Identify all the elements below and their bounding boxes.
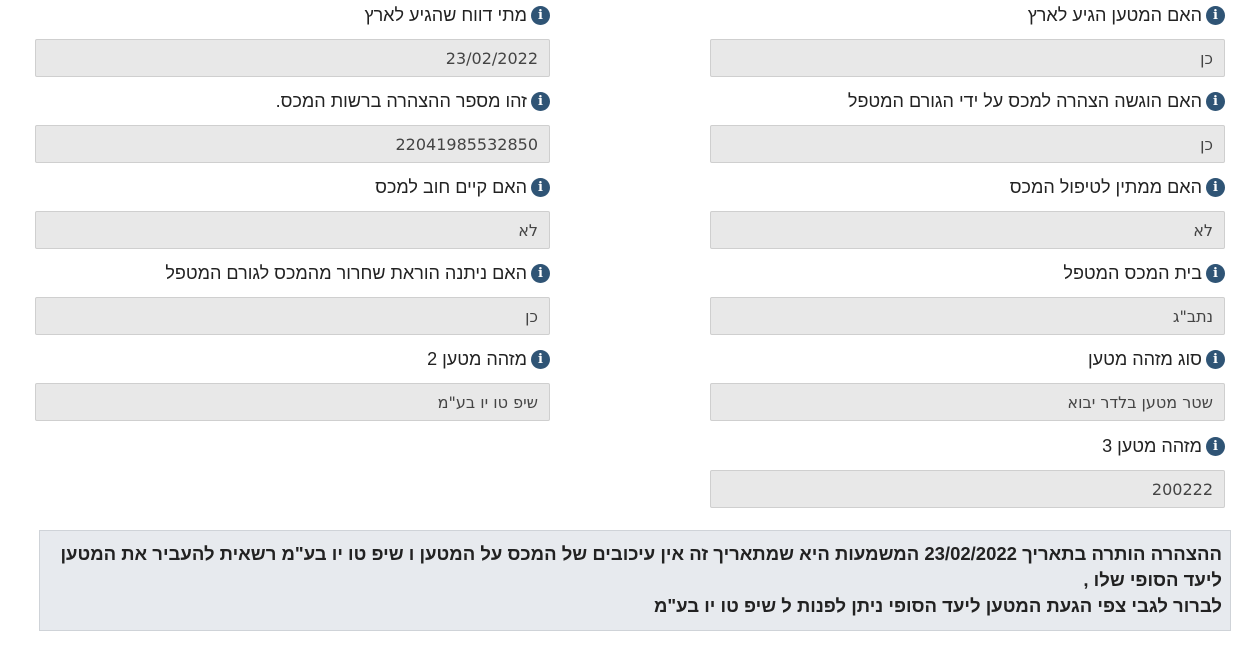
info-icon[interactable]: i xyxy=(1206,177,1225,197)
info-icon[interactable]: i xyxy=(531,177,550,197)
field-report-date: i מתי דווח שהגיע לארץ 23/02/2022 xyxy=(35,0,550,77)
field-cargo-id-2: i מזהה מטען 2 שיפ טו יו בע"מ xyxy=(35,344,550,421)
release-order-value: כן xyxy=(35,297,550,335)
field-label-row: i בית המכס המטפל xyxy=(710,258,1225,288)
notice-line-2: ליעד הסופי שלו , xyxy=(1083,569,1222,590)
field-cargo-id-type: i סוג מזהה מטען שטר מטען בלדר יבוא xyxy=(710,344,1225,421)
field-label: מזהה מטען 2 xyxy=(427,348,527,369)
report-date-value: 23/02/2022 xyxy=(35,39,550,77)
field-cargo-id-3: i מזהה מטען 3 200222 xyxy=(710,431,1225,508)
info-icon[interactable]: i xyxy=(1206,436,1225,456)
field-declaration-number: i זהו מספר ההצהרה ברשות המכס. 2204198553… xyxy=(35,86,550,163)
field-cargo-arrived: i האם המטען הגיע לארץ כן xyxy=(710,0,1225,77)
field-label: סוג מזהה מטען xyxy=(1087,348,1202,369)
field-label-row: i מזהה מטען 2 xyxy=(35,344,550,374)
info-icon[interactable]: i xyxy=(1206,5,1225,25)
cargo-arrived-value: כן xyxy=(710,39,1225,77)
field-label: האם קיים חוב למכס xyxy=(375,176,527,197)
field-label-row: i מתי דווח שהגיע לארץ xyxy=(35,0,550,30)
field-label: האם המטען הגיע לארץ xyxy=(1027,4,1202,25)
field-label-row: i האם הוגשה הצהרה למכס על ידי הגורם המטפ… xyxy=(710,86,1225,116)
field-label: בית המכס המטפל xyxy=(1063,262,1202,283)
field-label: מזהה מטען 3 xyxy=(1102,435,1202,456)
info-icon[interactable]: i xyxy=(1206,349,1225,369)
declaration-submitted-value: כן xyxy=(710,125,1225,163)
field-label-row: i סוג מזהה מטען xyxy=(710,344,1225,374)
field-label: מתי דווח שהגיע לארץ xyxy=(364,4,528,25)
notice-line-1: ההצהרה הותרה בתאריך 23/02/2022 המשמעות ה… xyxy=(60,543,1222,564)
cargo-id-3-value: 200222 xyxy=(710,470,1225,508)
customs-debt-value: לא xyxy=(35,211,550,249)
info-icon[interactable]: i xyxy=(531,91,550,111)
cargo-id-2-value: שיפ טו יו בע"מ xyxy=(35,383,550,421)
field-label-row: i מזהה מטען 3 xyxy=(710,431,1225,461)
field-label-row: i האם המטען הגיע לארץ xyxy=(710,0,1225,30)
field-release-order: i האם ניתנה הוראת שחרור מהמכס לגורם המטפ… xyxy=(35,258,550,335)
info-icon[interactable]: i xyxy=(1206,91,1225,111)
field-label: האם הוגשה הצהרה למכס על ידי הגורם המטפל xyxy=(847,90,1202,111)
awaiting-customs-value: לא xyxy=(710,211,1225,249)
field-label: האם ניתנה הוראת שחרור מהמכס לגורם המטפל xyxy=(165,262,527,283)
info-icon[interactable]: i xyxy=(531,263,550,283)
field-label: זהו מספר ההצהרה ברשות המכס. xyxy=(275,90,527,111)
field-label: האם ממתין לטיפול המכס xyxy=(1009,176,1202,197)
info-icon[interactable]: i xyxy=(531,5,550,25)
field-label-row: i האם ניתנה הוראת שחרור מהמכס לגורם המטפ… xyxy=(35,258,550,288)
info-icon[interactable]: i xyxy=(531,349,550,369)
customs-house-value: נתב"ג xyxy=(710,297,1225,335)
notice-line-3: לברור לגבי צפי הגעת המטען ליעד הסופי נית… xyxy=(653,595,1222,616)
info-icon[interactable]: i xyxy=(1206,263,1225,283)
cargo-id-type-value: שטר מטען בלדר יבוא xyxy=(710,383,1225,421)
field-customs-house: i בית המכס המטפל נתב"ג xyxy=(710,258,1225,335)
field-label-row: i זהו מספר ההצהרה ברשות המכס. xyxy=(35,86,550,116)
field-customs-debt: i האם קיים חוב למכס לא xyxy=(35,172,550,249)
field-label-row: i האם ממתין לטיפול המכס xyxy=(710,172,1225,202)
release-notice: ההצהרה הותרה בתאריך 23/02/2022 המשמעות ה… xyxy=(39,530,1231,631)
declaration-number-value: 22041985532850 xyxy=(35,125,550,163)
field-label-row: i האם קיים חוב למכס xyxy=(35,172,550,202)
field-declaration-submitted: i האם הוגשה הצהרה למכס על ידי הגורם המטפ… xyxy=(710,86,1225,163)
field-awaiting-customs: i האם ממתין לטיפול המכס לא xyxy=(710,172,1225,249)
